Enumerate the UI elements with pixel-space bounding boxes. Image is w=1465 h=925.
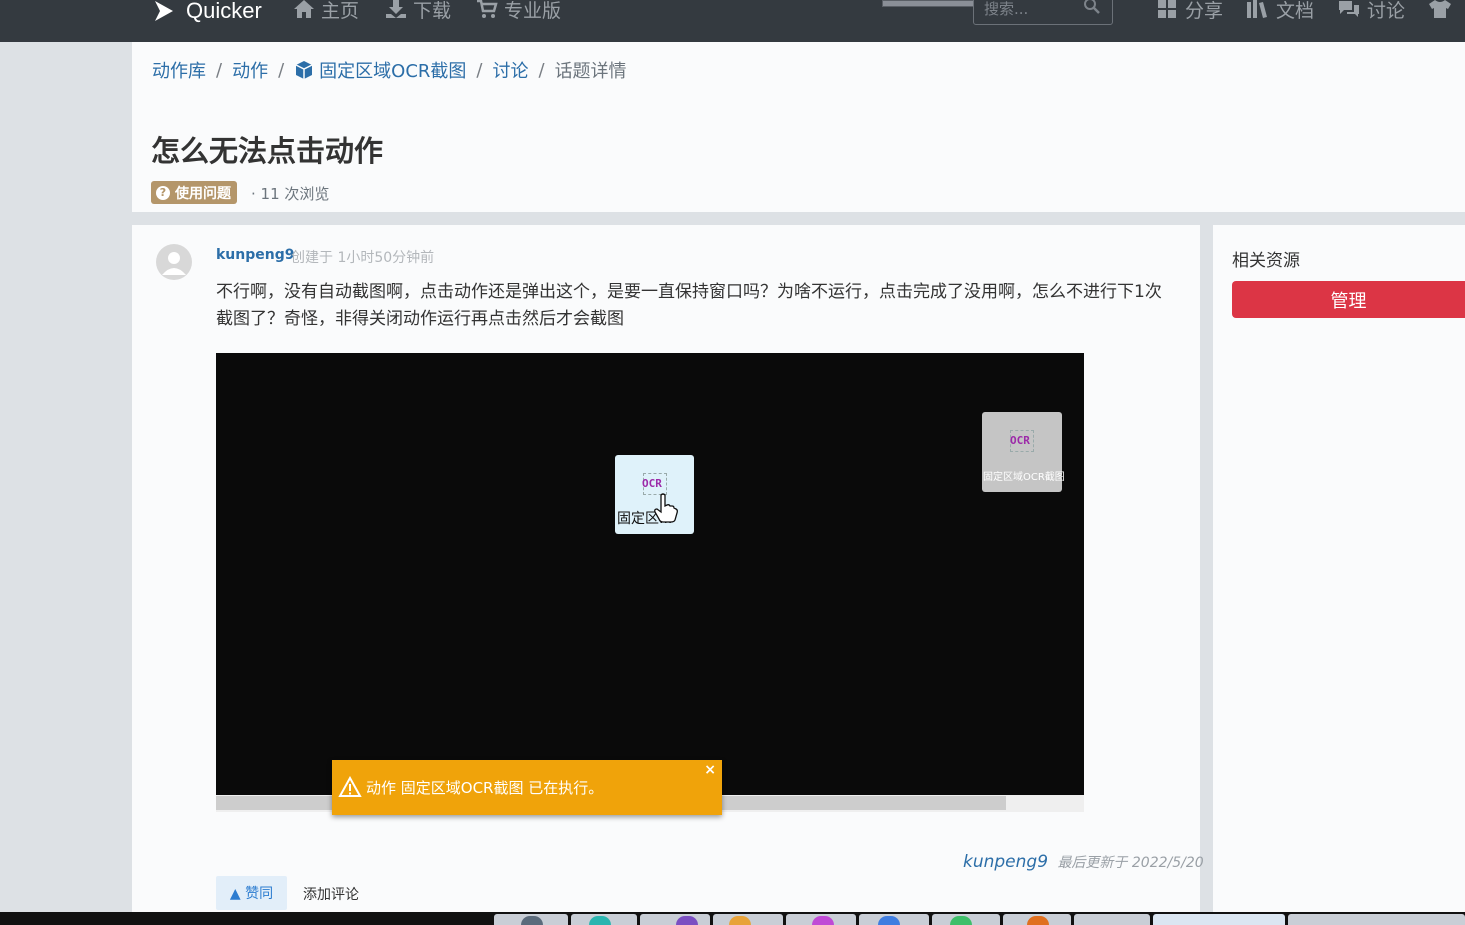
breadcrumb-separator: /: [476, 59, 483, 81]
ocr-icon-text: OCR: [642, 477, 662, 490]
books-icon: [1247, 0, 1267, 18]
warning-icon: [338, 776, 362, 797]
breadcrumb-action-detail[interactable]: 固定区域OCR截图: [294, 57, 466, 83]
taskbar-app[interactable]: [1288, 914, 1465, 925]
question-icon: ?: [156, 185, 170, 200]
nav-pro-label: 专业版: [504, 0, 562, 22]
view-count: · 11 次浏览: [251, 185, 330, 203]
nav-discuss-label: 讨论: [1367, 0, 1406, 22]
post-created-time: 创建于 1小时50分钟前: [291, 250, 435, 266]
breadcrumb-action-library[interactable]: 动作库: [152, 57, 206, 83]
toast-message: 动作 固定区域OCR截图 已在执行。: [366, 779, 604, 797]
category-tag[interactable]: ? 使用问题: [151, 181, 237, 204]
taskbar-app-icon: [812, 916, 834, 925]
breadcrumb-action-label: 固定区域OCR截图: [319, 61, 467, 82]
cart-icon: [477, 0, 498, 18]
taskbar-app-icon: [521, 916, 543, 925]
download-icon: [386, 0, 406, 18]
nav-download[interactable]: 下载: [385, 0, 451, 24]
grid-icon: [1158, 0, 1176, 18]
breadcrumb-separator: /: [538, 59, 545, 81]
post-content: 不行啊，没有自动截图啊，点击动作还是弹出这个，是要一直保持窗口吗？为啥不运行，点…: [216, 282, 1162, 329]
ocr-icon-text: OCR: [1010, 434, 1030, 447]
nav-home-label: 主页: [321, 0, 360, 22]
action-tile-ocr-secondary: OCR 固定区域OCR截图: [982, 412, 1065, 492]
nav-user[interactable]: [1427, 0, 1459, 24]
breadcrumb-actions[interactable]: 动作: [232, 57, 268, 83]
updated-time: 最后更新于 2022/5/20: [1057, 855, 1204, 871]
updated-author[interactable]: kunpeng9: [963, 852, 1048, 872]
nav-home[interactable]: 主页: [293, 0, 359, 24]
brand-link[interactable]: Quicker: [152, 0, 262, 28]
nav-share[interactable]: 分享: [1157, 0, 1223, 24]
sidebar-title: 相关资源: [1232, 251, 1300, 271]
comments-icon: [1339, 1, 1359, 17]
toast-close-button[interactable]: ×: [704, 762, 716, 778]
taskbar-app-icon: [729, 916, 751, 925]
cube-icon: [295, 61, 313, 79]
action-running-toast: 动作 固定区域OCR截图 已在执行。 ×: [332, 760, 722, 815]
taskbar-app[interactable]: [1074, 914, 1150, 925]
action-tile-ocr: OCR 固定区...: [615, 455, 694, 534]
manage-button[interactable]: 管理: [1232, 281, 1465, 318]
nav-discuss[interactable]: 讨论: [1337, 0, 1405, 24]
breadcrumb-separator: /: [216, 59, 223, 81]
action-tile-label: 固定区域OCR截图: [983, 472, 1065, 483]
sidebar-panel: [1213, 225, 1465, 915]
nav-pro[interactable]: 专业版: [476, 0, 561, 24]
nav-docs[interactable]: 文档: [1246, 0, 1314, 24]
nav-docs-label: 文档: [1276, 0, 1315, 22]
upvote-button[interactable]: ▲ 赞同: [216, 876, 287, 910]
breadcrumb-separator: /: [278, 59, 285, 81]
taskbar-app[interactable]: [640, 914, 710, 925]
nav-share-label: 分享: [1185, 0, 1224, 22]
shirt-icon: [1429, 0, 1451, 18]
breadcrumb-current: 话题详情: [554, 61, 627, 82]
home-icon: [294, 0, 314, 18]
nav-download-label: 下载: [413, 0, 452, 22]
taskbar-app-icon: [950, 916, 972, 925]
breadcrumb: 动作库 / 动作 / 固定区域OCR截图 / 讨论 / 话题详情: [152, 57, 627, 83]
brand-name: Quicker: [186, 0, 262, 23]
add-comment-button[interactable]: 添加评论: [303, 884, 359, 904]
taskbar-app-icon: [589, 916, 611, 925]
taskbar-app[interactable]: [1153, 914, 1285, 925]
post-author[interactable]: kunpeng9: [216, 247, 295, 263]
category-tag-label: 使用问题: [175, 185, 231, 202]
page-title: 怎么无法点击动作: [151, 134, 384, 168]
breadcrumb-discussion[interactable]: 讨论: [492, 57, 528, 83]
post-updated-info: kunpeng9 最后更新于 2022/5/20: [963, 852, 1204, 872]
embedded-screenshot: [216, 353, 1084, 795]
taskbar-app-icon: [676, 916, 698, 925]
taskbar-app-icon: [1027, 916, 1049, 925]
hand-cursor-icon: [654, 493, 678, 523]
top-navbar: Quicker 主页 下载 专业版 搜索... 分享 文档 讨论: [0, 0, 1465, 42]
taskbar-app-icon: [878, 916, 900, 925]
search-icon[interactable]: [1083, 0, 1101, 15]
quicker-logo-icon: [155, 1, 173, 21]
user-avatar-icon[interactable]: [156, 244, 192, 280]
